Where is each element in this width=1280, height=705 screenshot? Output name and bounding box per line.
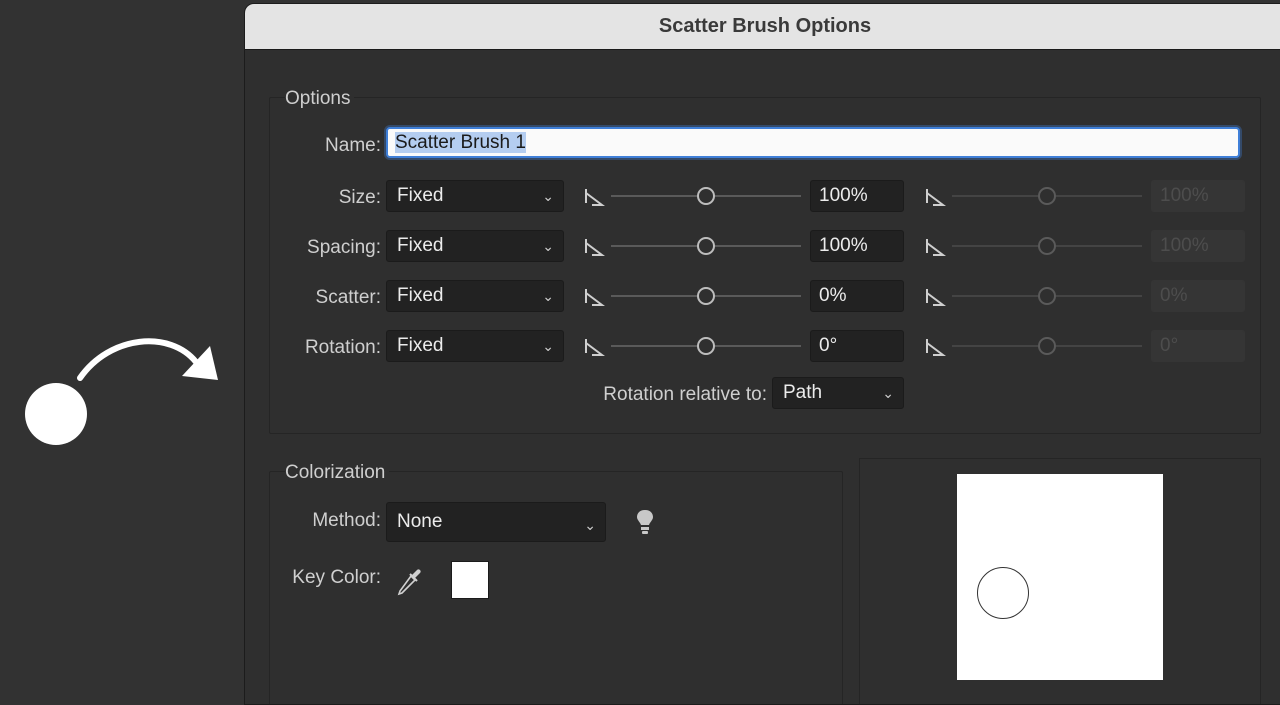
row-label: Rotation:	[304, 337, 381, 358]
chevron-down-icon: ⌄	[882, 385, 894, 401]
row-value: 100%	[819, 185, 868, 206]
row-slider-secondary	[952, 286, 1142, 306]
key-color-swatch[interactable]	[451, 561, 489, 599]
row-value: 0°	[819, 335, 838, 356]
name-field[interactable]: Scatter Brush 1	[386, 127, 1240, 158]
variation-lock-icon	[924, 186, 946, 208]
variation-lock-icon[interactable]	[583, 186, 605, 208]
row-mode-dropdown[interactable]: Fixed ⌄	[386, 230, 564, 262]
row-label: Spacing:	[307, 237, 381, 258]
row-value-secondary: 100%	[1160, 185, 1209, 206]
row-slider[interactable]	[611, 336, 801, 356]
variation-lock-icon[interactable]	[583, 286, 605, 308]
eyedropper-icon[interactable]	[395, 564, 425, 596]
circle-shape	[25, 383, 87, 445]
row-label: Scatter:	[315, 287, 381, 308]
method-dropdown[interactable]: None ⌄	[386, 502, 606, 542]
variation-lock-icon[interactable]	[583, 236, 605, 258]
variation-lock-icon	[924, 286, 946, 308]
row-mode-value: Fixed	[397, 235, 444, 256]
rotation-relative-label: Rotation relative to:	[603, 384, 767, 405]
colorization-group-title: Colorization	[285, 462, 390, 484]
method-value: None	[397, 511, 443, 532]
row-value: 0%	[819, 285, 847, 306]
rotation-relative-dropdown[interactable]: Path ⌄	[772, 377, 904, 409]
row-slider[interactable]	[611, 286, 801, 306]
chevron-down-icon: ⌄	[584, 517, 596, 533]
chevron-down-icon: ⌄	[542, 288, 554, 304]
row-slider-secondary	[952, 236, 1142, 256]
method-label: Method:	[312, 510, 381, 531]
rotation-relative-value: Path	[783, 382, 823, 403]
row-slider-secondary	[952, 186, 1142, 206]
row-value-field-secondary: 0°	[1151, 330, 1245, 362]
row-mode-dropdown[interactable]: Fixed ⌄	[386, 280, 564, 312]
curved-arrow-stroke	[77, 338, 199, 381]
preview-circle-shape	[977, 567, 1029, 619]
row-value-field-secondary: 0%	[1151, 280, 1245, 312]
row-mode-value: Fixed	[397, 185, 444, 206]
row-value-field[interactable]: 0%	[810, 280, 904, 312]
artboard-illustration	[25, 338, 218, 445]
row-value: 100%	[819, 235, 868, 256]
row-slider-secondary	[952, 336, 1142, 356]
dialog-title: Scatter Brush Options	[658, 15, 872, 37]
row-value-field-secondary: 100%	[1151, 180, 1245, 212]
lightbulb-icon[interactable]	[634, 508, 656, 536]
row-mode-dropdown[interactable]: Fixed ⌄	[386, 330, 564, 362]
key-color-label: Key Color:	[292, 567, 381, 588]
row-value-secondary: 0°	[1160, 335, 1179, 356]
row-value-field[interactable]: 100%	[810, 230, 904, 262]
row-value-field[interactable]: 0°	[810, 330, 904, 362]
chevron-down-icon: ⌄	[542, 188, 554, 204]
row-mode-value: Fixed	[397, 335, 444, 356]
variation-lock-icon[interactable]	[583, 336, 605, 358]
dialog-titlebar: Scatter Brush Options	[245, 4, 1280, 50]
name-label: Name:	[325, 135, 381, 156]
row-mode-dropdown[interactable]: Fixed ⌄	[386, 180, 564, 212]
row-mode-value: Fixed	[397, 285, 444, 306]
row-slider[interactable]	[611, 186, 801, 206]
row-slider[interactable]	[611, 236, 801, 256]
row-label: Size:	[338, 187, 381, 208]
row-value-field-secondary: 100%	[1151, 230, 1245, 262]
options-group-title: Options	[285, 88, 355, 110]
brush-preview-canvas	[957, 474, 1163, 680]
scatter-brush-options-dialog: Scatter Brush Options Options Name: Scat…	[244, 3, 1280, 705]
variation-lock-icon	[924, 236, 946, 258]
name-field-value: Scatter Brush 1	[395, 132, 526, 153]
variation-lock-icon	[924, 336, 946, 358]
row-value-secondary: 0%	[1160, 285, 1188, 306]
chevron-down-icon: ⌄	[542, 238, 554, 254]
chevron-down-icon: ⌄	[542, 338, 554, 354]
row-value-field[interactable]: 100%	[810, 180, 904, 212]
row-value-secondary: 100%	[1160, 235, 1209, 256]
